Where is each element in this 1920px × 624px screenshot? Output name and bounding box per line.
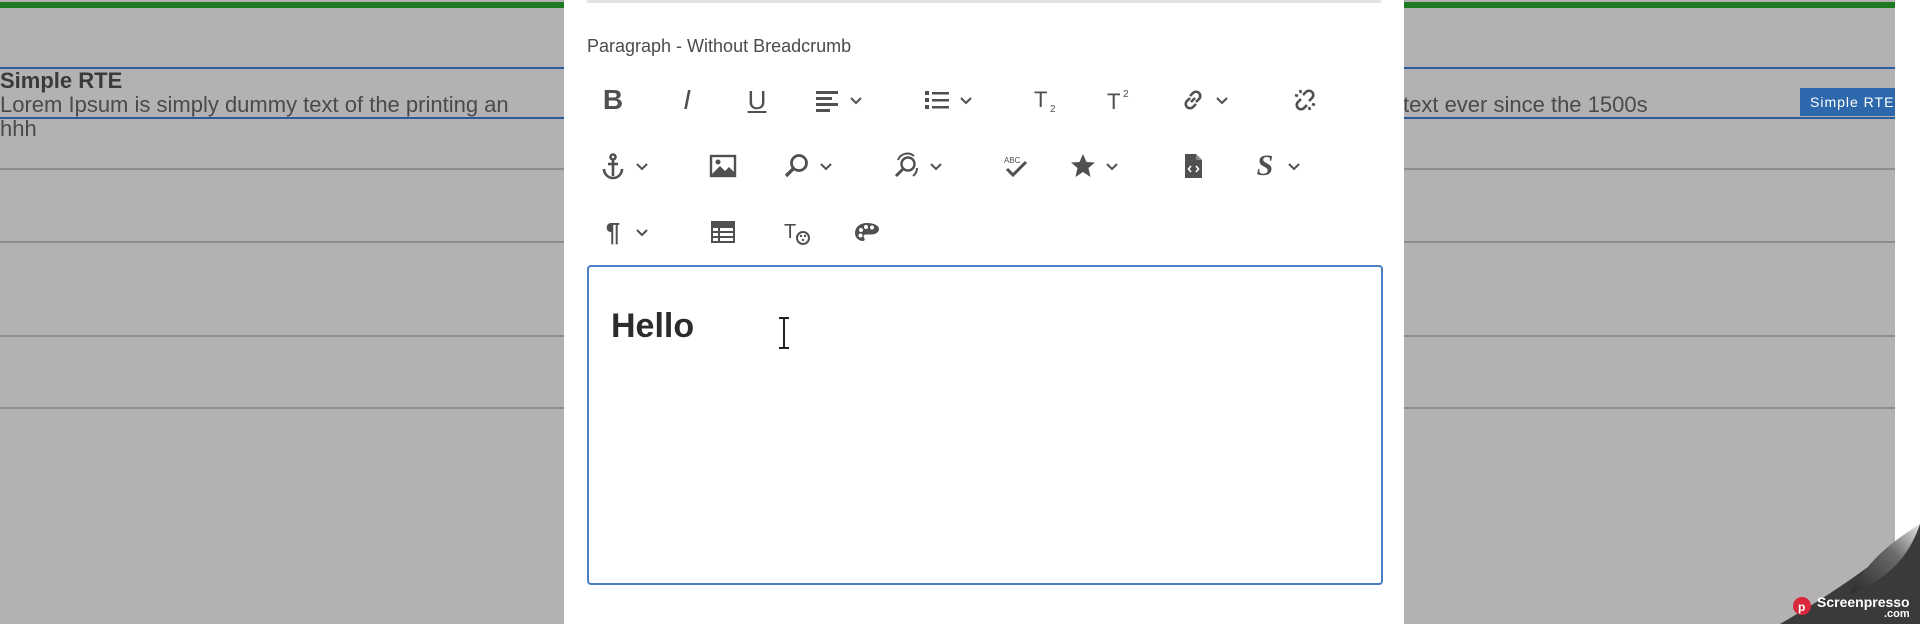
special-char-button[interactable] (1063, 136, 1103, 196)
paragraph-format-button[interactable]: ¶ (593, 202, 633, 262)
italic-button[interactable]: I (667, 70, 707, 130)
source-edit-button[interactable] (1173, 136, 1213, 196)
component-badge[interactable]: Simple RTE (1800, 88, 1905, 116)
chevron-down-icon (636, 163, 648, 171)
link-button[interactable] (1173, 70, 1213, 130)
source-edit-icon (1185, 154, 1202, 178)
spellcheck-button[interactable]: ABC (995, 136, 1035, 196)
table-icon (711, 221, 735, 243)
chevron-down-icon (960, 97, 972, 105)
chevron-down-icon (930, 163, 942, 171)
chevron-down-icon (636, 229, 648, 237)
chevron-down-icon (1288, 163, 1300, 171)
find-button[interactable] (777, 136, 817, 196)
align-dropdown[interactable] (847, 70, 865, 130)
dialog-top-border (587, 0, 1381, 3)
anchor-button[interactable] (593, 136, 633, 196)
subscript-icon: T2 (1034, 87, 1056, 114)
colors-icon (855, 223, 879, 241)
watermark-suffix: .com (1884, 608, 1910, 620)
component-text-line2: hhh (0, 116, 37, 141)
rte-dialog: Paragraph - Without Breadcrumb B I U T 2… (564, 0, 1404, 624)
rte-editor[interactable]: Hello (587, 265, 1383, 585)
svg-text:p: p (1798, 600, 1805, 614)
styles-button[interactable]: S (1245, 136, 1285, 196)
svg-text:T: T (1034, 87, 1047, 112)
chevron-down-icon (850, 97, 862, 105)
text-cursor-icon (779, 317, 789, 349)
image-icon (709, 154, 737, 178)
svg-text:T: T (1107, 89, 1120, 114)
editor-content[interactable]: Hello (611, 307, 694, 346)
find-replace-dropdown[interactable] (927, 136, 945, 196)
find-replace-icon (894, 152, 918, 178)
find-icon (784, 154, 808, 178)
spellcheck-icon: ABC (1004, 156, 1028, 178)
unlink-button[interactable] (1285, 70, 1325, 130)
styles-icon: S (1256, 149, 1274, 182)
find-dropdown[interactable] (817, 136, 835, 196)
paragraph-format-icon: ¶ (605, 217, 621, 247)
colors-button[interactable] (847, 202, 887, 262)
align-icon (816, 91, 838, 112)
toolbar-row-2: ABC S (587, 136, 1381, 196)
underline-icon: U (747, 85, 767, 115)
superscript-icon: T2 (1107, 89, 1129, 114)
list-button[interactable] (917, 70, 957, 130)
component-text-right: text ever since the 1500s (1403, 92, 1648, 117)
table-button[interactable] (703, 202, 743, 262)
svg-text:T: T (784, 221, 796, 243)
link-dropdown[interactable] (1213, 70, 1231, 130)
link-icon (1184, 90, 1202, 110)
list-icon (925, 91, 949, 109)
superscript-button[interactable]: T2 (1100, 70, 1140, 130)
find-replace-button[interactable] (887, 136, 927, 196)
svg-text:ABC: ABC (1004, 156, 1021, 165)
align-button[interactable] (807, 70, 847, 130)
italic-icon: I (683, 84, 691, 115)
chevron-down-icon (820, 163, 832, 171)
paragraph-format-dropdown[interactable] (633, 202, 651, 262)
toolbar-row-1: B I U T2 T2 (587, 70, 1381, 130)
chevron-down-icon (1216, 97, 1228, 105)
underline-button[interactable]: U (737, 70, 777, 130)
anchor-icon (602, 153, 624, 180)
special-char-dropdown[interactable] (1103, 136, 1121, 196)
toolbar-row-3: ¶ T (587, 202, 1381, 262)
field-label: Paragraph - Without Breadcrumb (587, 36, 852, 56)
special-char-icon (1071, 154, 1095, 177)
component-title: Simple RTE (0, 68, 123, 93)
image-button[interactable] (703, 136, 743, 196)
list-dropdown[interactable] (957, 70, 975, 130)
subscript-button[interactable]: T2 (1027, 70, 1067, 130)
text-styles-icon: T (784, 221, 810, 245)
svg-text:2: 2 (1050, 104, 1056, 114)
bold-button[interactable]: B (593, 70, 633, 130)
svg-text:2: 2 (1123, 89, 1129, 100)
unlink-icon (1294, 89, 1316, 111)
bold-icon: B (602, 84, 624, 115)
component-text: Lorem Ipsum is simply dummy text of the … (0, 92, 509, 117)
text-styles-button[interactable]: T (777, 202, 817, 262)
chevron-down-icon (1106, 163, 1118, 171)
anchor-dropdown[interactable] (633, 136, 651, 196)
styles-dropdown[interactable] (1285, 136, 1303, 196)
